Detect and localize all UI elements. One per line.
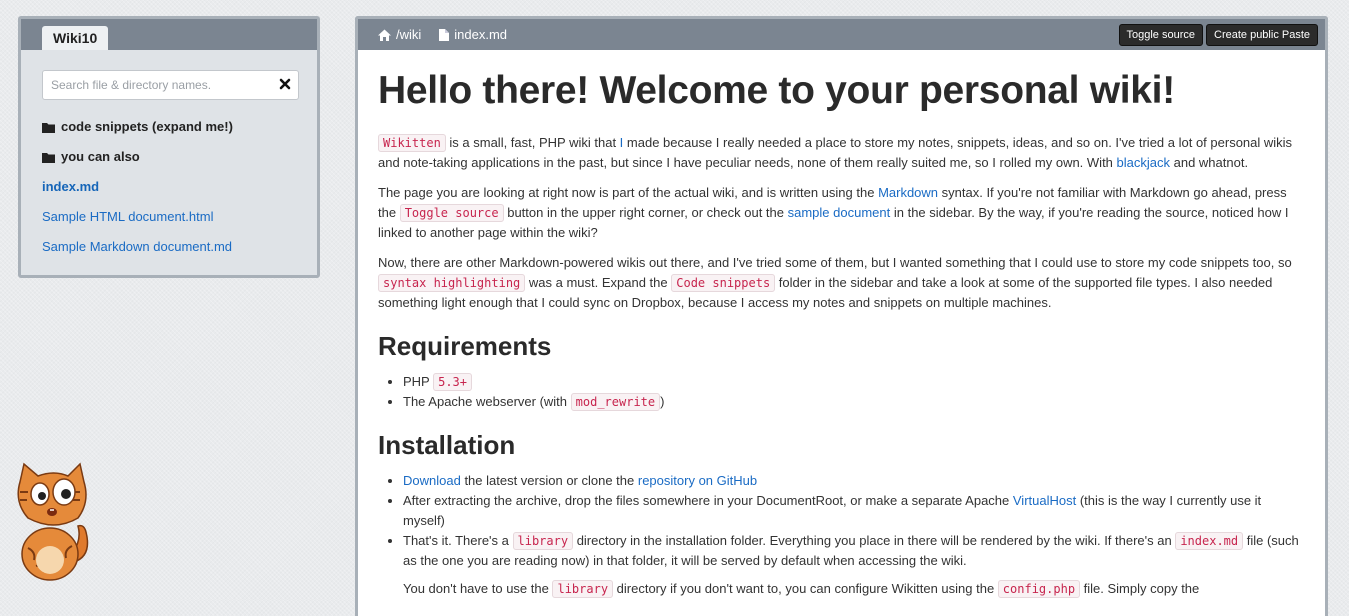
inline-code: library [552,579,614,598]
page-title: Hello there! Welcome to your personal wi… [378,69,1175,112]
link-markdown[interactable]: Markdown [878,185,938,200]
text: is a small, fast, PHP wiki that [445,134,620,150]
folder-icon [42,122,55,133]
file-tree: code snippets (expand me!) you can also … [42,112,296,262]
text: PHP [403,373,434,389]
text: The Apache webserver (with [403,393,571,409]
breadcrumb-wiki-label: /wiki [396,27,422,42]
text: ) [660,393,665,409]
heading-installation: Installation [378,429,516,460]
link-download[interactable]: Download [403,473,461,488]
text: the latest version or clone the [460,472,638,488]
main-header: /wiki index.md Toggle source Create publ… [358,19,1325,50]
inline-code: mod_rewrite [570,392,661,411]
list-item: PHP 5.3+ [403,372,1305,392]
file-icon [439,28,450,41]
link-github-repo[interactable]: repository on GitHub [638,473,757,488]
search-box [42,70,299,100]
inline-code: Code snippets [671,273,776,292]
paragraph-intro: Wikitten is a small, fast, PHP wiki that… [378,133,1305,173]
cat-mascot-icon [17,462,89,581]
create-paste-button[interactable]: Create public Paste [1206,24,1318,46]
inline-code: Toggle source [399,203,504,222]
tree-file-sample-html[interactable]: Sample HTML document.html [42,209,213,224]
list-item: Download the latest version or clone the… [403,471,1305,491]
breadcrumb-file[interactable]: index.md [439,27,507,42]
inline-code: Wikitten [378,133,446,152]
list-item: After extracting the archive, drop the f… [403,491,1305,531]
tree-dir-you-can-also[interactable]: you can also [42,142,296,172]
close-icon[interactable] [278,77,292,91]
tree-file-sample-markdown[interactable]: Sample Markdown document.md [42,239,232,254]
text: You don't have to use the [403,580,553,596]
breadcrumb-file-label: index.md [454,27,508,42]
text: After extracting the archive, drop the f… [403,492,1013,508]
link-sample-document[interactable]: sample document [788,205,891,220]
inline-code: config.php [997,579,1081,598]
inline-code: syntax highlighting [378,273,526,292]
sidebar: Wiki10 code snippets (expand me!) you ca… [18,16,320,278]
text: That's it. There's a [403,532,513,548]
list-item: That's it. There's a library directory i… [403,531,1305,571]
inline-code: index.md [1175,531,1244,550]
inline-code: library [512,531,574,550]
link-virtualhost[interactable]: VirtualHost [1013,493,1076,508]
main-panel: /wiki index.md Toggle source Create publ… [355,16,1328,616]
link-blackjack[interactable]: blackjack [1117,155,1170,170]
breadcrumb-wiki[interactable]: /wiki [378,27,421,42]
text: directory in the installation folder. Ev… [573,532,1176,548]
home-icon [378,29,391,41]
paragraph-other-wikis: Now, there are other Markdown-powered wi… [378,253,1305,313]
text: file. Simply copy the [1080,580,1200,596]
list-item: The Apache webserver (with mod_rewrite) [403,392,1305,412]
toggle-source-button[interactable]: Toggle source [1118,24,1203,46]
tree-file-index[interactable]: index.md [42,179,99,194]
tree-dir-label: code snippets (expand me!) [61,119,233,134]
text: button in the upper right corner, or che… [503,204,788,220]
text: Now, there are other Markdown-powered wi… [378,254,1292,270]
sidebar-header: Wiki10 [21,19,317,50]
installation-list: Download the latest version or clone the… [378,471,1305,571]
text: was a must. Expand the [525,274,672,290]
article: Hello there! Welcome to your personal wi… [358,50,1325,599]
paragraph-markdown: The page you are looking at right now is… [378,183,1305,243]
search-input[interactable] [42,70,299,100]
tree-dir-code-snippets[interactable]: code snippets (expand me!) [42,112,296,142]
wiki-tab[interactable]: Wiki10 [42,26,109,50]
requirements-list: PHP 5.3+ The Apache webserver (with mod_… [378,372,1305,412]
paragraph-config: You don't have to use the library direct… [378,579,1305,599]
text: The page you are looking at right now is… [378,184,879,200]
inline-code: 5.3+ [433,372,473,391]
tree-dir-label: you can also [61,149,140,164]
text: directory if you don't want to, you can … [613,580,998,596]
heading-requirements: Requirements [378,330,552,361]
folder-icon [42,152,55,163]
text: and whatnot. [1170,154,1249,170]
